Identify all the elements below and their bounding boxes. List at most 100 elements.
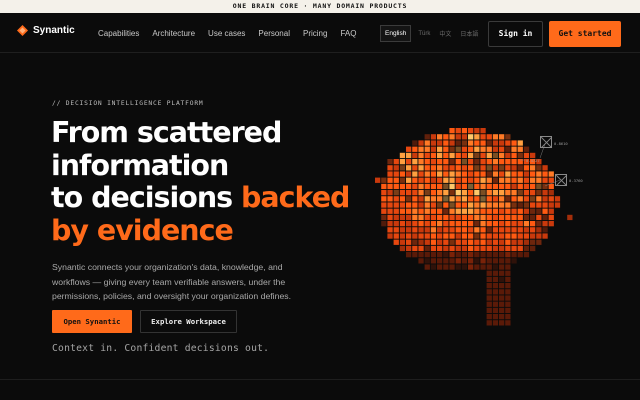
- brain-pixel: [430, 208, 437, 214]
- brain-pixel: [474, 239, 480, 245]
- brain-pixel: [424, 177, 430, 183]
- brain-pixel: [468, 202, 474, 208]
- brain-pixel: [437, 146, 443, 152]
- brain-pixel: [505, 152, 511, 159]
- brain-pixel: [455, 214, 461, 221]
- nav-link-use-cases[interactable]: Use cases: [208, 29, 245, 38]
- brain-pixel: [387, 221, 393, 227]
- brain-pixel: [443, 252, 449, 258]
- brain-pixel: [511, 227, 517, 233]
- brain-pixel: [554, 202, 561, 208]
- brain-pixel: [437, 239, 443, 245]
- brain-pixel: [455, 146, 461, 152]
- brain-pixel: [430, 152, 437, 159]
- brain-pixel: [505, 134, 511, 140]
- brain-pixel: [430, 183, 437, 190]
- brain-pixel: [461, 165, 468, 171]
- brain-pixel: [399, 221, 406, 227]
- nav-link-personal[interactable]: Personal: [258, 29, 290, 38]
- brain-pixel: [418, 152, 424, 159]
- language-english[interactable]: English: [380, 25, 412, 42]
- brain-pixel: [430, 221, 437, 227]
- brain-pixel: [406, 245, 412, 252]
- brain-pixel: [492, 245, 499, 252]
- brain-pixel: [443, 159, 449, 165]
- brain-pixel: [443, 264, 449, 270]
- language-turkish[interactable]: Türk: [416, 28, 432, 40]
- brain-pixel: [530, 239, 536, 245]
- brain-pixel: [523, 171, 530, 177]
- brain-pixel: [455, 227, 461, 233]
- language-chinese[interactable]: 中文: [437, 26, 453, 41]
- brain-pixel: [455, 134, 461, 140]
- brain-pixel: [499, 221, 505, 227]
- brain-pixel: [424, 152, 430, 159]
- brain-pixel: [542, 171, 548, 177]
- nav-link-faq[interactable]: FAQ: [340, 29, 356, 38]
- brand-logo[interactable]: Synantic: [17, 25, 75, 36]
- brain-pixel: [505, 289, 511, 295]
- open-synantic-button[interactable]: Open Synantic: [52, 310, 132, 333]
- brain-pixel: [486, 177, 492, 183]
- brain-pixel: [542, 227, 548, 233]
- brain-pixel: [492, 295, 499, 301]
- brain-pixel: [437, 258, 443, 264]
- brain-pixel: [474, 159, 480, 165]
- brain-pixel: [449, 134, 455, 140]
- brain-pixel: [455, 239, 461, 245]
- brain-pixel: [492, 165, 499, 171]
- brain-pixel: [387, 159, 393, 165]
- brain-pixel: [523, 214, 530, 221]
- brain-pixel: [499, 307, 505, 314]
- brain-pixel: [455, 208, 461, 214]
- brain-pixel: [480, 233, 486, 239]
- brain-pixel: [505, 146, 511, 152]
- brain-pixel: [530, 245, 536, 252]
- brain-pixel: [499, 276, 505, 283]
- brain-pixel: [567, 214, 573, 221]
- sign-in-button[interactable]: Sign in: [488, 21, 543, 47]
- brain-pixel: [412, 202, 418, 208]
- language-japanese[interactable]: 日本語: [458, 26, 480, 41]
- brain-pixel: [492, 314, 499, 320]
- brain-pixel: [511, 208, 517, 214]
- brain-pixel: [505, 227, 511, 233]
- brain-pixel: [449, 152, 455, 159]
- brain-pixel: [499, 314, 505, 320]
- brain-pixel: [492, 221, 499, 227]
- brain-pixel: [505, 320, 511, 326]
- brain-pixel: [499, 171, 505, 177]
- brain-pixel: [424, 233, 430, 239]
- nav-link-pricing[interactable]: Pricing: [303, 29, 327, 38]
- brain-pixel: [499, 202, 505, 208]
- get-started-button[interactable]: Get started: [549, 21, 621, 47]
- brain-pixel: [399, 245, 406, 252]
- brain-pixel: [406, 177, 412, 183]
- brain-pixel: [455, 177, 461, 183]
- nav-link-architecture[interactable]: Architecture: [152, 29, 195, 38]
- brain-pixel: [486, 239, 492, 245]
- brain-pixel: [486, 295, 492, 301]
- nav-link-capabilities[interactable]: Capabilities: [98, 29, 139, 38]
- brain-pixel: [455, 221, 461, 227]
- brain-pixel: [523, 227, 530, 233]
- brain-pixel: [517, 140, 523, 146]
- brain-pixel: [505, 177, 511, 183]
- brain-pixel: [480, 177, 486, 183]
- brain-pixel: [517, 146, 523, 152]
- brain-pixel: [430, 214, 437, 221]
- brain-pixel: [449, 202, 455, 208]
- brain-pixel: [461, 221, 468, 227]
- brain-pixel: [542, 190, 548, 196]
- brain-pixel: [449, 140, 455, 146]
- brain-pixel: [393, 177, 399, 183]
- brain-pixel: [455, 140, 461, 146]
- brain-pixel: [387, 227, 393, 233]
- brain-pixel: [492, 171, 499, 177]
- brain-pixel: [437, 165, 443, 171]
- brain-pixel: [418, 208, 424, 214]
- brain-pixel: [443, 183, 449, 190]
- brain-pixel: [536, 177, 542, 183]
- brain-pixel: [542, 233, 548, 239]
- explore-workspace-button[interactable]: Explore Workspace: [140, 310, 237, 333]
